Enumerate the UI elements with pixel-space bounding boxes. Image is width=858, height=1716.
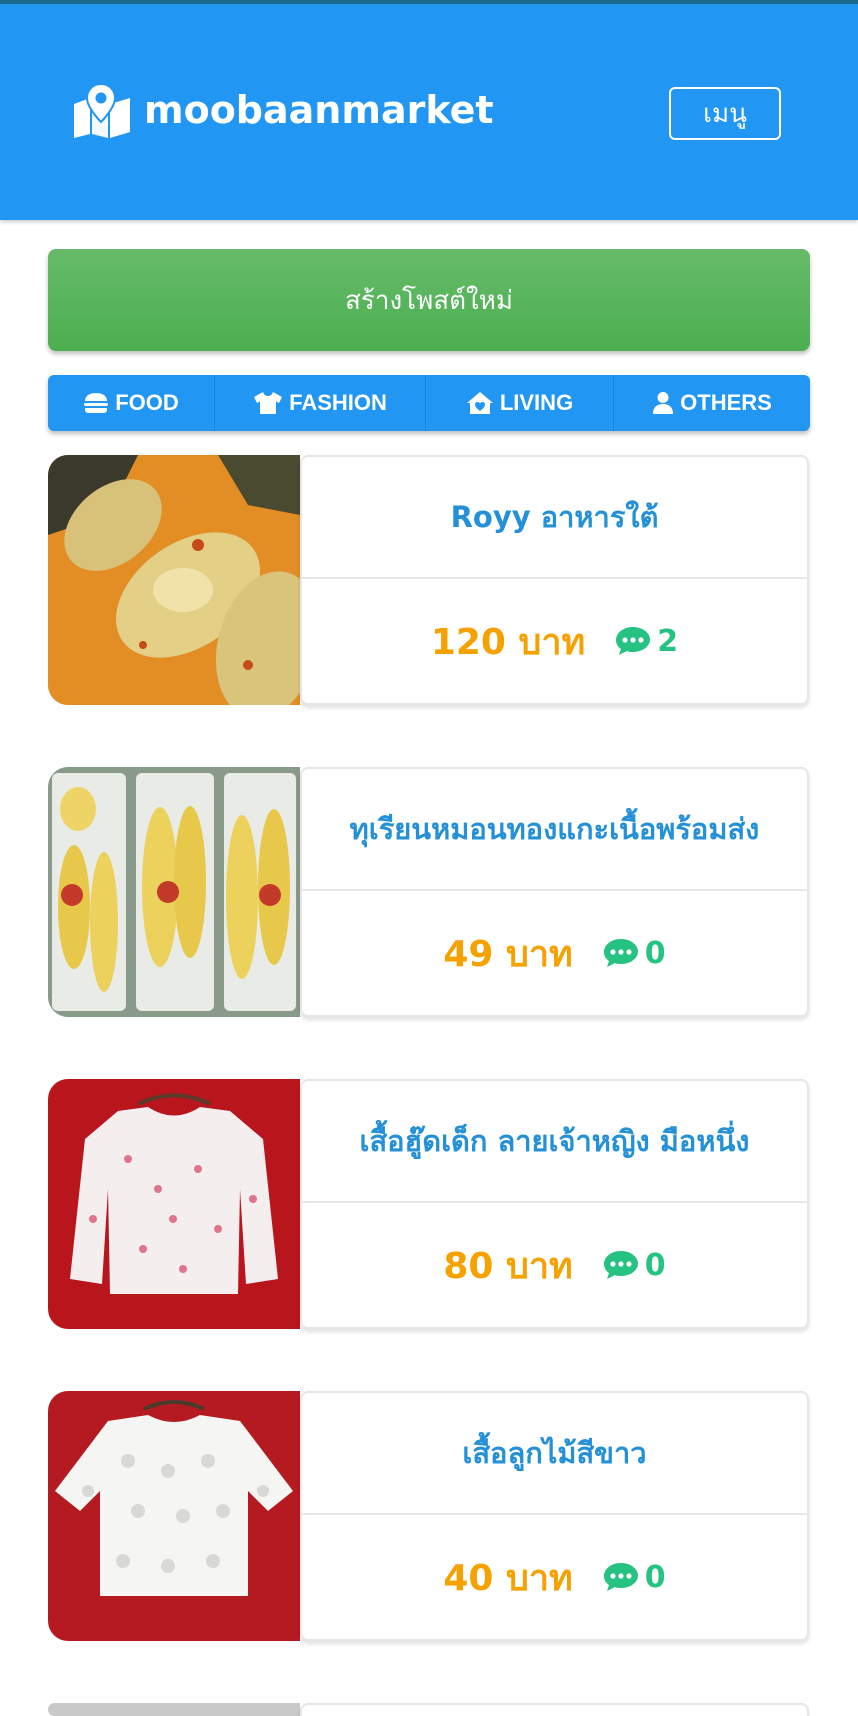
listing-info: เสื้อฮู๊ดเด็ก ลายเจ้าหญิง มือหนึ่ง 80 บา… (300, 1079, 809, 1329)
listing-card[interactable]: Royy อาหารใต้ 120 บาท 2 (48, 455, 810, 705)
comment-icon (616, 627, 651, 655)
category-bar: FOOD FASHION LIVING OTHERS (48, 375, 810, 431)
comment-icon (603, 939, 638, 967)
listing-image[interactable] (48, 1703, 300, 1716)
brand[interactable]: moobaanmarket (72, 82, 494, 138)
map-pin-logo-icon (74, 82, 130, 138)
category-food-label: FOOD (115, 390, 179, 415)
durian-boxes-photo (48, 767, 300, 1017)
category-fashion[interactable]: FASHION (215, 375, 426, 431)
listing-card[interactable]: เสื้อฮู๊ดเด็ก ลายเจ้าหญิง มือหนึ่ง 80 บา… (48, 1079, 810, 1329)
listing-image[interactable] (48, 1079, 300, 1329)
listing-price: 40 บาท (443, 1557, 573, 1599)
listing-comments[interactable]: 0 (603, 1560, 666, 1595)
app-header: moobaanmarket เมนู (0, 4, 858, 220)
listing-meta: 49 บาท 0 (302, 891, 807, 1015)
listing-card[interactable]: ทุเรียนหมอนทองแกะเนื้อพร้อมส่ง 49 บาท 0 (48, 767, 810, 1017)
home-heart-icon (466, 392, 493, 414)
category-others[interactable]: OTHERS (614, 375, 810, 431)
category-food[interactable]: FOOD (48, 375, 215, 431)
user-icon (653, 392, 674, 414)
listing-price: 49 บาท (443, 933, 573, 975)
listing-image[interactable] (48, 767, 300, 1017)
burger-icon (84, 393, 109, 413)
menu-button[interactable]: เมนู (669, 87, 781, 140)
listing-card-partial[interactable] (48, 1703, 810, 1716)
category-living-label: LIVING (499, 390, 574, 415)
fish-curry-photo (48, 455, 300, 705)
white-lace-top-photo (48, 1391, 300, 1641)
comment-count: 2 (657, 623, 679, 659)
listing-meta: 80 บาท 0 (302, 1203, 807, 1327)
shirt-icon (254, 392, 283, 414)
listing-title[interactable]: เสื้อลูกไม้สีขาว (302, 1393, 807, 1515)
comment-count: 0 (644, 1559, 666, 1595)
listing-price: 80 บาท (443, 1245, 573, 1287)
category-living[interactable]: LIVING (426, 375, 614, 431)
listing-title[interactable]: ทุเรียนหมอนทองแกะเนื้อพร้อมส่ง (302, 769, 807, 891)
listing-image[interactable] (48, 1391, 300, 1641)
category-fashion-label: FASHION (289, 390, 387, 415)
category-others-label: OTHERS (680, 390, 772, 415)
listing-image[interactable] (48, 455, 300, 705)
listing-info: ทุเรียนหมอนทองแกะเนื้อพร้อมส่ง 49 บาท 0 (300, 767, 809, 1017)
listing-comments[interactable]: 2 (615, 624, 678, 659)
comment-count: 0 (644, 1247, 666, 1283)
comment-icon (603, 1251, 638, 1279)
create-post-button[interactable]: สร้างโพสต์ใหม่ (48, 249, 810, 351)
listing-price: 120 บาท (430, 621, 586, 663)
comment-count: 0 (644, 935, 666, 971)
listing-comments[interactable]: 0 (603, 936, 666, 971)
listing-meta: 40 บาท 0 (302, 1515, 807, 1639)
brand-name: moobaanmarket (144, 88, 494, 132)
listing-meta: 120 บาท 2 (302, 579, 807, 703)
listing-info (300, 1703, 809, 1716)
listing-info: Royy อาหารใต้ 120 บาท 2 (300, 455, 809, 705)
listing-card[interactable]: เสื้อลูกไม้สีขาว 40 บาท 0 (48, 1391, 810, 1641)
listing-title[interactable]: เสื้อฮู๊ดเด็ก ลายเจ้าหญิง มือหนึ่ง (302, 1081, 807, 1203)
floral-blouse-photo (48, 1079, 300, 1329)
listing-info: เสื้อลูกไม้สีขาว 40 บาท 0 (300, 1391, 809, 1641)
comment-icon (603, 1563, 638, 1591)
listing-comments[interactable]: 0 (603, 1248, 666, 1283)
listing-title[interactable]: Royy อาหารใต้ (302, 457, 807, 579)
